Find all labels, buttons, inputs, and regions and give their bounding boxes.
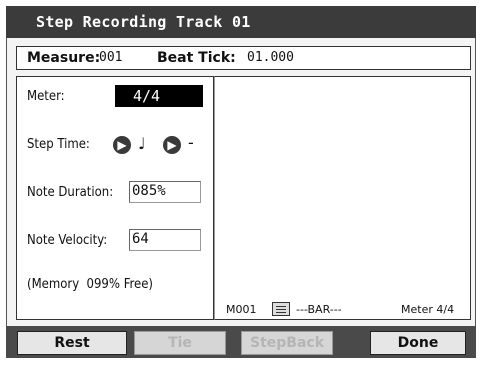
step-time-modifier-value[interactable]: - (188, 133, 194, 152)
note-duration-field[interactable]: 085% (129, 181, 201, 203)
memory-status: (Memory 099% Free) (27, 277, 153, 292)
note-velocity-field[interactable]: 64 (129, 229, 201, 251)
status-bar-text: ---BAR--- (296, 303, 342, 316)
step-time-arrow-1-icon[interactable]: ▶ (113, 136, 131, 154)
parameter-pane: Meter: 4/4 Step Time: ▶ ♩ ▶ - Note Durat… (16, 76, 214, 320)
meter-label: Meter: (27, 89, 65, 104)
measure-bar: Measure: 001 Beat Tick: 01.000 (16, 46, 471, 70)
tie-button[interactable]: Tie (134, 331, 226, 355)
rest-button[interactable]: Rest (17, 331, 127, 355)
step-time-arrow-2-icon[interactable]: ▶ (163, 136, 181, 154)
note-duration-label: Note Duration: (27, 185, 114, 200)
status-measure: M001 (226, 303, 257, 316)
list-icon[interactable] (272, 302, 290, 316)
measure-label: Measure: (27, 50, 101, 66)
note-velocity-label: Note Velocity: (27, 233, 108, 248)
event-display-pane (214, 76, 471, 320)
meter-value[interactable]: 4/4 (115, 85, 203, 107)
step-time-label: Step Time: (27, 137, 90, 152)
title-bar: Step Recording Track 01 (6, 6, 476, 38)
measure-value[interactable]: 001 (99, 50, 122, 65)
beat-tick-value[interactable]: 01.000 (247, 50, 294, 65)
done-button[interactable]: Done (370, 331, 466, 355)
step-time-note-value[interactable]: ♩ (138, 134, 146, 153)
status-meter-text: Meter 4/4 (401, 303, 455, 316)
beat-tick-label: Beat Tick: (157, 50, 236, 66)
dialog-title: Step Recording Track 01 (36, 13, 251, 31)
stepback-button[interactable]: StepBack (241, 331, 333, 355)
